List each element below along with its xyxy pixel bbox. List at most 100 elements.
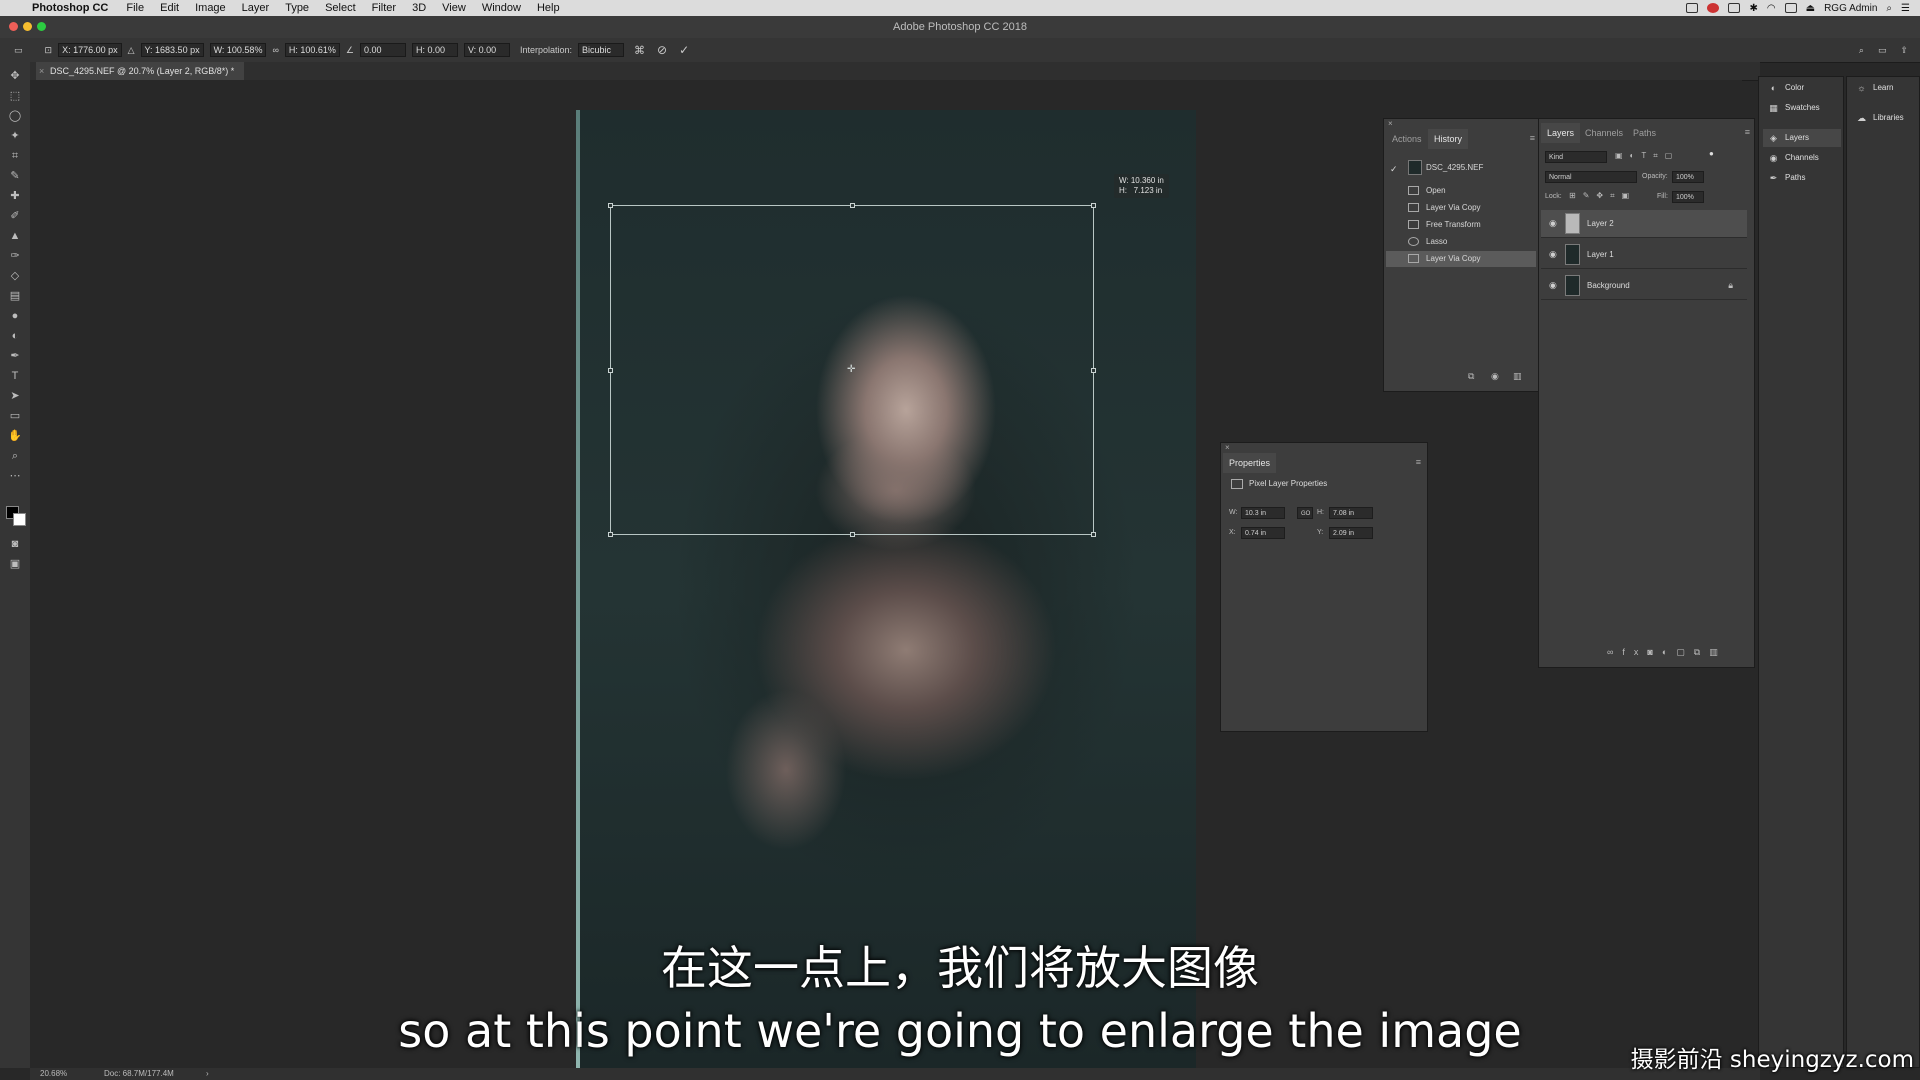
width-scale-field[interactable]: W: 100.58% — [209, 43, 267, 57]
menu-app-name[interactable]: Photoshop CC — [30, 2, 118, 14]
zoom-level[interactable]: 20.68% — [40, 1068, 67, 1080]
link-icon[interactable]: ∞ — [272, 45, 278, 55]
transform-handle-top-left[interactable] — [608, 203, 613, 208]
status-menu-arrow-icon[interactable]: › — [206, 1068, 209, 1080]
layer-name[interactable]: Layer 1 — [1587, 250, 1614, 259]
history-brush-source-icon[interactable]: ✓ — [1390, 158, 1398, 180]
menu-layer[interactable]: Layer — [234, 2, 278, 14]
dock-channels[interactable]: ◉ Channels — [1763, 149, 1819, 167]
menu-view[interactable]: View — [434, 2, 474, 14]
path-selection-tool-icon[interactable]: ➤ — [7, 388, 23, 404]
panel-menu-icon[interactable]: ≡ — [1416, 457, 1421, 467]
height-scale-field[interactable]: H: 100.61% — [284, 43, 340, 57]
screen-record-icon[interactable] — [1686, 3, 1699, 13]
airplay-icon[interactable] — [1784, 3, 1797, 13]
type-tool-icon[interactable]: T — [7, 368, 23, 384]
minimize-window-button[interactable] — [23, 22, 32, 31]
layer-filter-kind-select[interactable]: Kind — [1545, 151, 1607, 163]
visibility-eye-icon[interactable]: ◉ — [1549, 218, 1557, 229]
menu-filter[interactable]: Filter — [364, 2, 404, 14]
healing-brush-tool-icon[interactable]: ✚ — [7, 188, 23, 204]
rectangle-tool-icon[interactable]: ▭ — [7, 408, 23, 424]
workspace-icon[interactable]: ▭ — [1878, 45, 1887, 56]
rotation-angle-field[interactable]: 0.00 — [359, 43, 406, 57]
document-size-info[interactable]: Doc: 68.7M/177.4M — [104, 1068, 174, 1080]
camera-snapshot-icon[interactable]: ◉ — [1491, 371, 1499, 382]
transform-handle-left[interactable] — [608, 368, 613, 373]
panel-menu-icon[interactable]: ≡ — [1530, 133, 1535, 143]
transform-handle-top-right[interactable] — [1091, 203, 1096, 208]
creative-cloud-icon[interactable] — [1707, 3, 1720, 13]
dock-color[interactable]: ◐ Color — [1763, 79, 1804, 97]
cancel-transform-icon[interactable]: ⊘ — [657, 43, 667, 57]
menu-window[interactable]: Window — [474, 2, 529, 14]
fill-field[interactable]: 100% — [1672, 191, 1704, 203]
background-color-swatch[interactable] — [13, 513, 26, 526]
clone-stamp-tool-icon[interactable]: ▲ — [7, 228, 23, 244]
display-icon[interactable] — [1728, 3, 1741, 13]
history-item[interactable]: Layer Via Copy — [1386, 200, 1536, 216]
wifi-icon[interactable]: ◠ — [1767, 3, 1776, 14]
magic-wand-tool-icon[interactable]: ✦ — [7, 128, 23, 144]
layer-filter-icons[interactable]: ▣◐T⌗▢ — [1615, 151, 1679, 161]
tab-layers[interactable]: Layers — [1541, 123, 1581, 143]
reference-point-icon[interactable]: ⊡ — [45, 45, 53, 56]
x-field[interactable]: 0.74 in — [1241, 527, 1285, 539]
lasso-tool-icon[interactable]: ◯ — [7, 108, 23, 124]
close-tab-icon[interactable]: × — [39, 62, 44, 80]
link-dimensions-button[interactable]: GO — [1297, 507, 1313, 519]
dock-paths[interactable]: ✒ Paths — [1763, 169, 1806, 187]
trash-icon[interactable]: ▥ — [1513, 371, 1522, 382]
hand-tool-icon[interactable]: ✋ — [7, 428, 23, 444]
opacity-field[interactable]: 100% — [1672, 171, 1704, 183]
menu-select[interactable]: Select — [317, 2, 364, 14]
layer-actions-icons[interactable]: ∞fx◙◐▢⧉▥ — [1607, 647, 1727, 658]
visibility-eye-icon[interactable]: ◉ — [1549, 249, 1557, 260]
notification-center-icon[interactable]: ☰ — [1901, 3, 1910, 14]
move-tool-icon[interactable]: ✥ — [7, 68, 23, 84]
transform-handle-bottom-right[interactable] — [1091, 532, 1096, 537]
vertical-skew-field[interactable]: V: 0.00 — [463, 43, 510, 57]
zoom-tool-icon[interactable]: ⌕ — [7, 448, 23, 464]
spotlight-search-icon[interactable]: ⌕ — [1886, 3, 1892, 14]
y-position-field[interactable]: Y: 1683.50 px — [140, 43, 204, 57]
brush-tool-icon[interactable]: ✐ — [7, 208, 23, 224]
panel-menu-icon[interactable]: ≡ — [1745, 127, 1750, 137]
user-name[interactable]: RGG Admin — [1824, 3, 1877, 14]
document-tab[interactable]: × DSC_4295.NEF @ 20.7% (Layer 2, RGB/8*)… — [36, 62, 245, 80]
eyedropper-tool-icon[interactable]: ✎ — [7, 168, 23, 184]
history-brush-tool-icon[interactable]: ✑ — [7, 248, 23, 264]
filter-toggle-icon[interactable]: ● — [1709, 149, 1714, 158]
menu-image[interactable]: Image — [187, 2, 234, 14]
transform-handle-bottom[interactable] — [850, 532, 855, 537]
warp-mode-icon[interactable]: ⌘ — [634, 44, 645, 57]
horizontal-skew-field[interactable]: H: 0.00 — [411, 43, 458, 57]
marquee-tool-icon[interactable]: ⬚ — [7, 88, 23, 104]
menu-3d[interactable]: 3D — [404, 2, 434, 14]
screen-mode-icon[interactable]: ▣ — [7, 556, 23, 572]
transform-bounding-box[interactable]: ✛ — [608, 203, 1096, 537]
layer-name[interactable]: Background — [1587, 281, 1630, 290]
eject-icon[interactable]: ⏏ — [1806, 3, 1815, 14]
bluetooth-icon[interactable]: ✱ — [1749, 3, 1757, 14]
width-field[interactable]: 10.3 in — [1241, 507, 1285, 519]
commit-transform-icon[interactable]: ✓ — [679, 43, 689, 57]
history-snapshot[interactable]: ✓ DSC_4295.NEF — [1386, 157, 1536, 179]
transform-tool-icon[interactable]: ▭ — [14, 45, 23, 56]
share-icon[interactable]: ⇪ — [1900, 45, 1908, 56]
more-tools-icon[interactable]: ⋯ — [7, 468, 23, 484]
transform-handle-bottom-left[interactable] — [608, 532, 613, 537]
crop-tool-icon[interactable]: ⌗ — [7, 148, 23, 164]
height-field[interactable]: 7.08 in — [1329, 507, 1373, 519]
layer-row[interactable]: ◉ Background 🔒︎ — [1541, 272, 1747, 300]
blend-mode-select[interactable]: Normal — [1545, 171, 1637, 183]
transform-center-icon[interactable]: ✛ — [847, 365, 855, 375]
history-item-selected[interactable]: Layer Via Copy — [1386, 251, 1536, 267]
close-window-button[interactable] — [9, 22, 18, 31]
search-icon[interactable]: ⌕ — [1859, 45, 1864, 56]
y-field[interactable]: 2.09 in — [1329, 527, 1373, 539]
menu-edit[interactable]: Edit — [152, 2, 187, 14]
dock-swatches[interactable]: ▦ Swatches — [1763, 99, 1819, 117]
layer-row[interactable]: ◉ Layer 2 — [1541, 210, 1747, 238]
dock-layers[interactable]: ◈ Layers — [1763, 129, 1841, 147]
